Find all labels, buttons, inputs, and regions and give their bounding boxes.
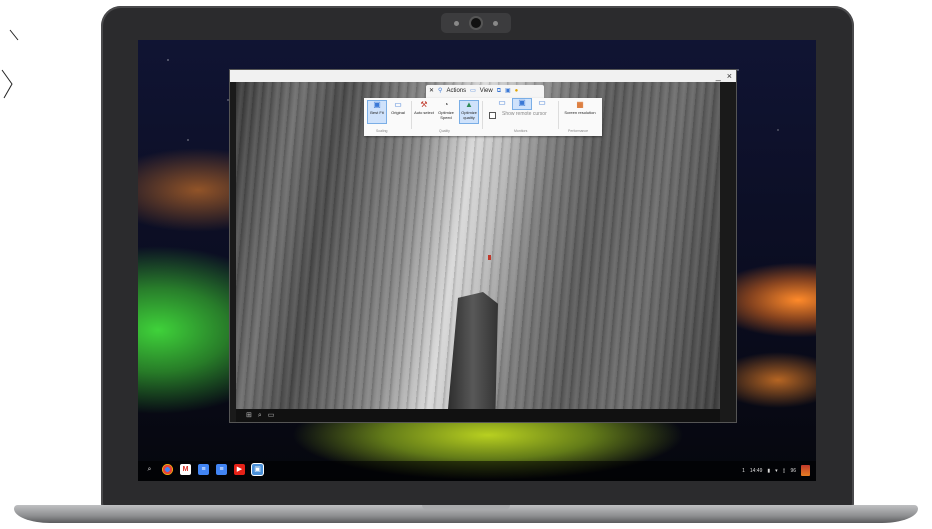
view-ribbon: ▣ Best Fit ▭ Original ⚒ Auto select ◔ Op… [364, 98, 602, 136]
search-icon[interactable]: ⌕ [258, 412, 262, 420]
base-notch [422, 505, 510, 510]
group-scaling: Scaling [376, 129, 388, 133]
group-quality: Quality [439, 129, 450, 133]
remote-desktop-icon[interactable]: ▣ [252, 464, 263, 475]
webcam-dot-left [454, 20, 459, 26]
settings-icon[interactable]: ● [515, 88, 519, 95]
group-monitors: Monitors [514, 129, 528, 133]
gmail-icon[interactable]: M [180, 464, 191, 475]
clock[interactable]: 14:49 [750, 467, 763, 475]
monitor-single-icon: ▭ [498, 98, 506, 107]
minimize-button[interactable]: _ [716, 71, 721, 81]
optimize-quality-label: Optimize quality [461, 110, 477, 120]
remote-desktop-window[interactable]: _ × ⊞ ⌕ ▭ ✕ ⚲ Actions ▭ View ⧉ ▣ ● ▣ Bes… [230, 70, 736, 422]
optimize-speed-button[interactable]: ◔ Optimize Speed [436, 100, 456, 124]
monitor-dual-button[interactable]: ▣ [512, 98, 532, 110]
stylus-mark-icon [1, 29, 19, 99]
monitor-dual-icon: ▣ [518, 98, 526, 107]
shelf-apps: ⌕ M ≡ ≡ ▶ ▣ [144, 464, 263, 475]
launcher-icon[interactable]: ⌕ [144, 464, 155, 475]
show-cursor-checkbox[interactable] [489, 112, 496, 119]
battery-level: 96 [790, 467, 796, 474]
original-button[interactable]: ▭ Original [388, 100, 408, 124]
monitor-icon: ▣ [373, 100, 381, 109]
collapse-toolbar-button[interactable]: ✕ [429, 88, 434, 95]
ribbon-divider [482, 101, 483, 129]
monitor-icon: ▭ [394, 100, 402, 109]
resolution-icon: ▦ [576, 100, 584, 109]
chromebook-screen: _ × ⊞ ⌕ ▭ ✕ ⚲ Actions ▭ View ⧉ ▣ ● ▣ Bes… [138, 40, 816, 481]
gauge-icon: ◔ [443, 100, 449, 109]
monitor-swap-button[interactable]: ▭ [532, 98, 552, 110]
monitor-single-button[interactable]: ▭ [492, 98, 512, 110]
laptop-base [14, 505, 918, 523]
best-fit-button[interactable]: ▣ Best Fit [367, 100, 387, 124]
remote-windows-taskbar: ⊞ ⌕ ▭ [236, 409, 720, 422]
ribbon-divider [411, 101, 412, 129]
windows-icon[interactable]: ⊞ [246, 412, 252, 420]
chromeos-shelf: ⌕ M ≡ ≡ ▶ ▣ 1 14:49 ▮ ▾ ▯ 96 [138, 461, 816, 481]
chrome-icon[interactable] [162, 464, 173, 475]
clipboard-icon[interactable]: ⧉ [497, 88, 501, 95]
youtube-icon[interactable]: ▶ [234, 464, 245, 475]
image-icon: ▲ [465, 100, 473, 109]
best-fit-label: Best Fit [370, 110, 384, 115]
show-cursor-label: Show remote cursor [502, 111, 547, 117]
task-view-icon[interactable]: ▭ [268, 412, 275, 420]
screen-resolution-label: Screen resolution [564, 110, 596, 115]
docs-icon[interactable]: ≡ [198, 464, 209, 475]
screen-resolution-button[interactable]: ▦ Screen resolution [564, 100, 596, 124]
webcam-lens-icon [471, 18, 481, 28]
avatar[interactable] [801, 465, 810, 476]
shelf-status-icon: ▮ [767, 467, 771, 474]
screens-icon[interactable]: ▣ [505, 88, 511, 95]
tab-actions[interactable]: Actions [446, 88, 466, 95]
group-performance: Performance [568, 129, 589, 133]
monitor-swap-icon: ▭ [538, 98, 546, 107]
wifi-icon: ▾ [775, 467, 778, 474]
docs-icon[interactable]: ≡ [216, 464, 227, 475]
pin-icon[interactable]: ⚲ [438, 88, 442, 95]
battery-icon: ▯ [782, 467, 786, 474]
tab-view[interactable]: View [480, 88, 493, 95]
optimize-speed-label: Optimize Speed [438, 110, 454, 120]
view-icon: ▭ [470, 88, 476, 94]
optimize-quality-button[interactable]: ▲ Optimize quality [459, 100, 479, 124]
window-titlebar[interactable]: _ × [230, 70, 736, 82]
remote-toolbar-tabs: ✕ ⚲ Actions ▭ View ⧉ ▣ ● [426, 85, 544, 98]
close-button[interactable]: × [727, 71, 732, 81]
auto-select-button[interactable]: ⚒ Auto select [414, 100, 434, 124]
auto-select-label: Auto select [414, 110, 434, 115]
webcam [441, 13, 511, 33]
original-label: Original [391, 110, 405, 115]
notification-count[interactable]: 1 [742, 467, 745, 475]
wrench-icon: ⚒ [420, 100, 428, 109]
webcam-dot-right [493, 20, 498, 26]
ribbon-divider [558, 101, 559, 129]
status-area[interactable]: 1 14:49 ▮ ▾ ▯ 96 [742, 465, 810, 476]
climber-figure [488, 255, 491, 260]
